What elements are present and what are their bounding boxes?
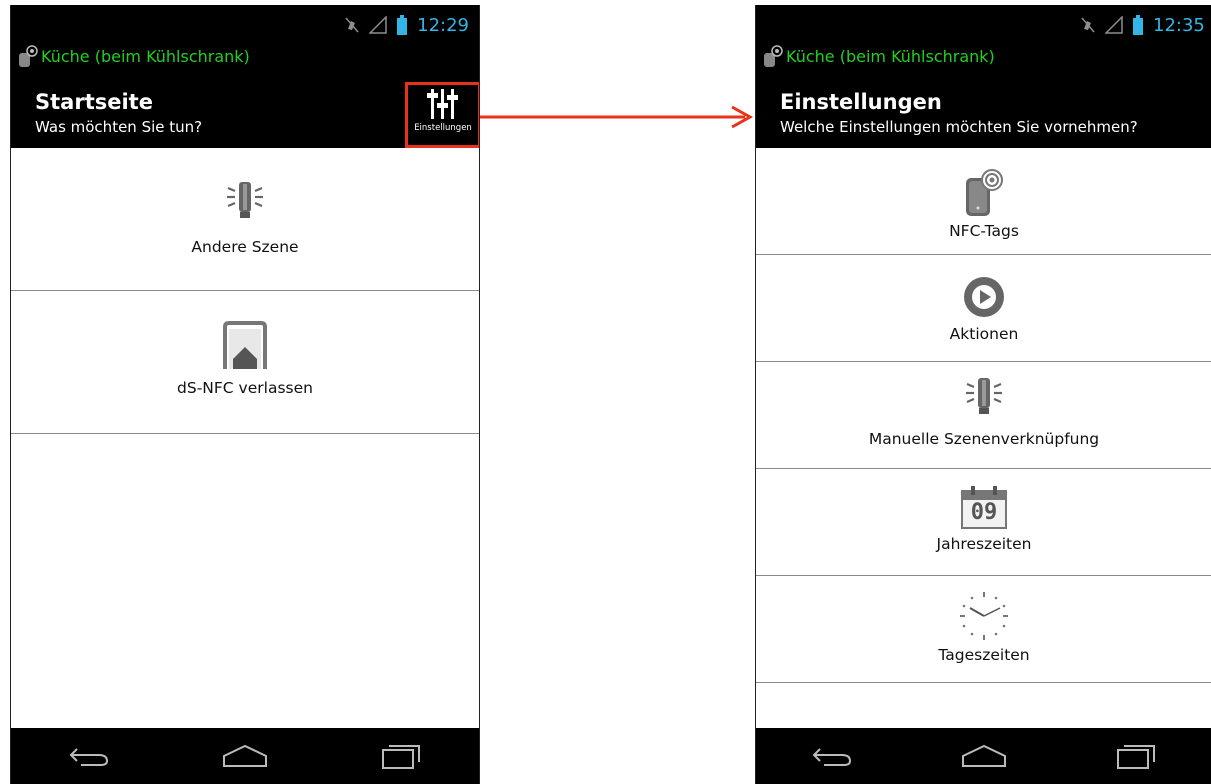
recent-apps-button[interactable] xyxy=(1106,736,1166,776)
play-icon xyxy=(964,277,1004,317)
status-icons: 12:29 xyxy=(345,13,469,37)
light-bulb-icon xyxy=(966,378,1002,414)
list-item-label: Andere Szene xyxy=(191,238,299,256)
clock: 12:29 xyxy=(417,14,469,36)
signal-icon xyxy=(369,16,387,34)
list-item-andere-szene[interactable]: Andere Szene xyxy=(11,148,479,291)
list-item-tageszeiten[interactable]: Tageszeiten xyxy=(756,576,1211,683)
recent-apps-icon xyxy=(1117,745,1155,769)
home-icon xyxy=(223,744,267,767)
menu-list: NFC-Tags Aktionen Manuelle Szenenverknüp… xyxy=(756,148,1211,683)
list-item-label: Aktionen xyxy=(949,325,1019,343)
back-icon xyxy=(812,748,852,766)
home-icon xyxy=(962,744,1006,767)
battery-icon xyxy=(397,15,408,35)
settings-button-label: Einstellungen xyxy=(414,123,472,133)
recent-apps-icon xyxy=(382,745,420,769)
list-item-nfc-tags[interactable]: NFC-Tags xyxy=(756,148,1211,255)
home-button[interactable] xyxy=(215,736,275,776)
list-item-aktionen[interactable]: Aktionen xyxy=(756,255,1211,362)
nfc-location-icon xyxy=(764,45,783,67)
exit-icon xyxy=(223,321,267,369)
location-indicator: Küche (beim Kühlschrank) xyxy=(762,45,995,67)
mute-icon xyxy=(1081,17,1095,33)
list-item-ds-nfc-verlassen[interactable]: dS-NFC verlassen xyxy=(11,291,479,434)
status-bar: 12:29 Küche (beim Kühlschrank) xyxy=(11,5,479,80)
signal-icon xyxy=(1105,16,1123,34)
transition-arrow-icon xyxy=(480,105,754,129)
mute-icon xyxy=(345,17,359,33)
phone-screen-home: 12:29 Küche (beim Kühlschrank) Startseit… xyxy=(10,5,480,784)
location-text: Küche (beim Kühlschrank) xyxy=(786,46,995,66)
menu-list: Andere Szene dS-NFC verlassen xyxy=(11,148,479,434)
list-item-label: Jahreszeiten xyxy=(936,535,1032,553)
page-title: Einstellungen xyxy=(780,90,942,114)
back-button[interactable] xyxy=(59,736,119,776)
list-item-jahreszeiten[interactable]: 09 Jahreszeiten xyxy=(756,469,1211,576)
nfc-tag-icon xyxy=(966,169,1003,216)
sliders-icon xyxy=(427,89,458,119)
location-indicator: Küche (beim Kühlschrank) xyxy=(17,45,250,67)
phone-screen-settings: 12:35 Küche (beim Kühlschrank) Einstellu… xyxy=(755,5,1211,784)
calendar-icon: 09 xyxy=(961,485,1007,529)
page-title: Startseite xyxy=(35,90,153,114)
list-item-label: dS-NFC verlassen xyxy=(177,379,313,397)
clock-icon xyxy=(960,592,1008,640)
navigation-bar xyxy=(11,728,479,784)
status-icons: 12:35 xyxy=(1081,13,1205,37)
page-subtitle: Welche Einstellungen möchten Sie vornehm… xyxy=(780,118,1138,136)
page-subtitle: Was möchten Sie tun? xyxy=(35,118,203,136)
status-bar: 12:35 Küche (beim Kühlschrank) xyxy=(756,5,1211,80)
back-icon xyxy=(69,748,109,766)
calendar-day: 09 xyxy=(970,500,998,525)
list-item-label: Tageszeiten xyxy=(938,646,1030,664)
home-button[interactable] xyxy=(954,736,1014,776)
navigation-bar xyxy=(756,728,1211,784)
clock: 12:35 xyxy=(1153,14,1205,36)
list-item-label: Manuelle Szenenverknüpfung xyxy=(868,430,1100,448)
nfc-location-icon xyxy=(19,45,38,67)
location-text: Küche (beim Kühlschrank) xyxy=(41,46,250,66)
back-button[interactable] xyxy=(802,736,862,776)
list-item-manuelle-szenenverknuepfung[interactable]: Manuelle Szenenverknüpfung xyxy=(756,362,1211,469)
list-item-label: NFC-Tags xyxy=(949,222,1019,240)
action-bar: Einstellungen Welche Einstellungen möcht… xyxy=(756,80,1211,148)
action-bar: Startseite Was möchten Sie tun? Einstell… xyxy=(11,80,479,148)
battery-icon xyxy=(1133,15,1143,35)
recent-apps-button[interactable] xyxy=(371,736,431,776)
settings-button[interactable]: Einstellungen xyxy=(405,82,479,148)
light-bulb-icon xyxy=(227,182,263,218)
